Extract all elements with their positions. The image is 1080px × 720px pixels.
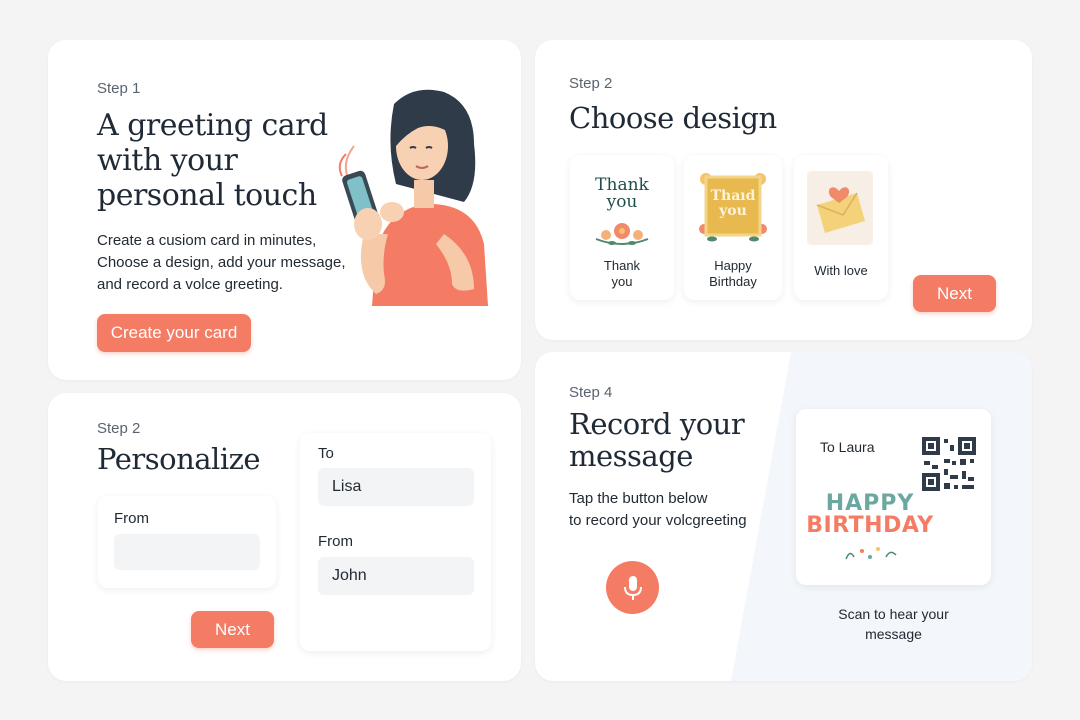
design-label-line: Thank [603, 258, 641, 273]
step-label: Step 2 [569, 75, 613, 92]
design-option-thank-you[interactable]: Thank you Thank you [570, 155, 674, 300]
woman-with-phone-illustration [338, 89, 488, 306]
to-input[interactable]: Lisa [318, 468, 474, 506]
hero-description-line: Choose a design, add your message, [97, 254, 346, 271]
hero-title-line: A greeting card [97, 108, 328, 143]
personalize-title: Personalize [97, 442, 261, 476]
from-input[interactable] [114, 534, 260, 570]
microphone-icon [623, 575, 642, 600]
next-button[interactable]: Next [913, 275, 996, 312]
from-input[interactable]: John [318, 557, 474, 595]
create-card-button[interactable]: Create your card [97, 314, 251, 352]
design-label-line: Happy [714, 258, 752, 273]
from-label: From [318, 533, 353, 550]
step-label: Step 4 [569, 384, 613, 401]
hero-title-line: personal touch [97, 178, 317, 213]
from-label: From [114, 510, 149, 527]
design-label: With love [794, 263, 888, 279]
from-panel: From [98, 496, 276, 588]
record-title-line: Record your [569, 407, 745, 441]
hero-description: Create a cusiom card in minutes, Choose … [97, 230, 346, 296]
design-label-line: With love [814, 263, 868, 278]
record-title: Record your message [569, 407, 745, 473]
hero-description-line: and record a volce greeting. [97, 276, 283, 293]
scan-instructions-line: Scan to hear your [838, 606, 949, 622]
personalize-card: Step 2 Personalize From Next To Lisa Fro… [48, 393, 521, 681]
scan-instructions: Scan to hear your message [796, 604, 991, 644]
hero-description-line: Create a cusiom card in minutes, [97, 232, 317, 249]
hero-title: A greeting card with your personal touch [97, 108, 328, 213]
card-preview: To Laura HAPPY BIRTHDAY [796, 409, 991, 585]
design-label-line: Birthday [709, 274, 757, 289]
design-label: Happy Birthday [684, 258, 782, 290]
preview-recipient: To Laura [820, 439, 875, 455]
to-label: To [318, 445, 334, 462]
qr-code-icon[interactable] [922, 437, 976, 491]
step-label: Step 1 [97, 80, 141, 97]
record-button[interactable] [606, 561, 659, 614]
scan-instructions-line: message [865, 626, 922, 642]
choose-design-card: Step 2 Choose design Thank you Thank you [535, 40, 1032, 340]
design-art-text: Thank you [570, 177, 674, 211]
to-from-panel: To Lisa From John [300, 433, 491, 651]
design-label: Thank you [570, 258, 674, 290]
choose-design-title: Choose design [569, 101, 777, 135]
record-description-line: Tap the button below [569, 490, 708, 507]
record-description-line: to record your volcgreeting [569, 512, 747, 529]
design-art-line: you [606, 192, 638, 212]
design-art-line: Thaıd [710, 188, 756, 204]
love-envelope-icon [807, 171, 873, 245]
record-title-line: message [569, 439, 693, 473]
hero-title-line: with your [97, 143, 238, 178]
step1-card: Step 1 A greeting card with your persona… [48, 40, 521, 380]
design-art-text: Thaıd you [684, 189, 782, 219]
design-option-happy-birthday[interactable]: Thaıd you Happy Birthday [684, 155, 782, 300]
design-option-with-love[interactable]: With love [794, 155, 888, 300]
confetti-icon [845, 547, 897, 560]
design-label-line: you [611, 274, 633, 289]
flowers-icon [595, 223, 649, 245]
preview-birthday: BIRTHDAY [806, 513, 934, 538]
step-label: Step 2 [97, 420, 141, 437]
record-description: Tap the button below to record your volc… [569, 488, 747, 532]
next-button[interactable]: Next [191, 611, 274, 648]
record-message-card: Step 4 Record your message Tap the butto… [535, 352, 1032, 681]
design-art-line: you [719, 203, 747, 219]
